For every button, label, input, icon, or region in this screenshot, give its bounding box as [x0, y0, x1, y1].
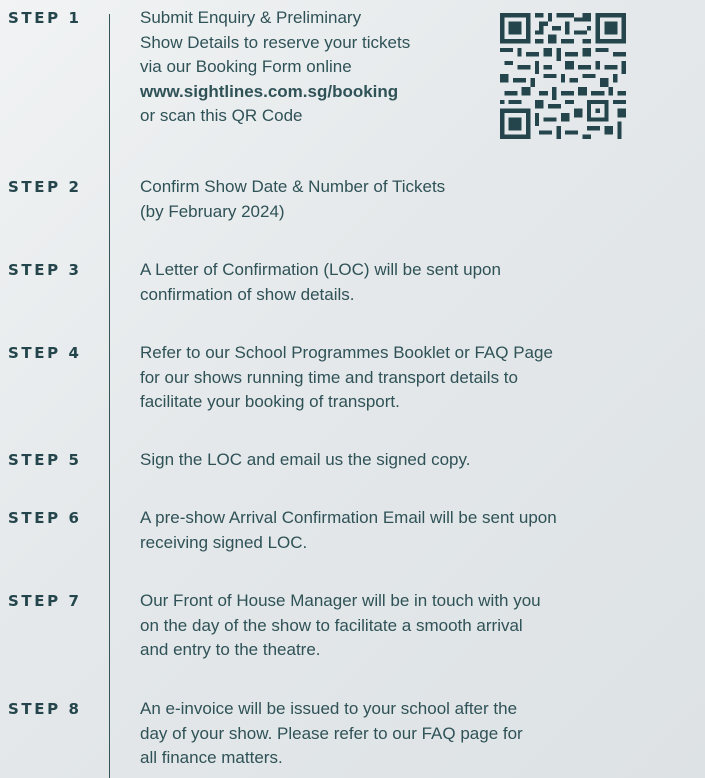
step-text-line: (by February 2024) — [140, 201, 285, 221]
step-text: Confirm Show Date & Number of Tickets (b… — [140, 175, 445, 224]
step-text-line: Confirm Show Date & Number of Tickets — [140, 177, 446, 196]
step-text-line: day of your show. Please refer to our FA… — [140, 723, 523, 743]
step-text-line: on the day of the show to facilitate a s… — [140, 615, 523, 635]
step-text-line: receiving signed LOC. — [140, 532, 308, 552]
step-text: Sign the LOC and email us the signed cop… — [140, 448, 470, 473]
step-label: STEP 2 — [8, 178, 82, 196]
step-text-line: facilitate your booking of transport. — [140, 392, 400, 411]
step-label: STEP 8 — [8, 700, 82, 718]
step-text-line: and entry to the theatre. — [140, 640, 321, 659]
step-text: A pre-show Arrival Confirmation Email wi… — [140, 506, 557, 555]
step-text: A Letter of Confirmation (LOC) will be s… — [140, 258, 501, 307]
step-text-line: all finance matters. — [140, 748, 283, 767]
step-text: Submit Enquiry & Preliminary Show Detail… — [140, 6, 410, 129]
booking-link[interactable]: www.sightlines.com.sg/booking — [140, 80, 410, 105]
step-label: STEP 7 — [8, 592, 82, 610]
step-label: STEP 6 — [8, 509, 82, 527]
step-text-line: Submit Enquiry & Preliminary — [140, 8, 362, 27]
step-text: Refer to our School Programmes Booklet o… — [140, 341, 553, 415]
step-text-line: Our Front of House Manager will be in to… — [140, 591, 541, 610]
step-text-line: confirmation of show details. — [140, 284, 355, 304]
step-label: STEP 4 — [8, 344, 82, 362]
step-label: STEP 3 — [8, 261, 82, 279]
step-label: STEP 1 — [8, 9, 82, 27]
step-text: An e-invoice will be issued to your scho… — [140, 697, 523, 771]
step-text: Our Front of House Manager will be in to… — [140, 589, 541, 663]
step-text-line: via our Booking Form online — [140, 57, 352, 76]
step-text-line: A Letter of Confirmation (LOC) will be s… — [140, 260, 501, 279]
qr-code-icon[interactable] — [500, 13, 626, 139]
step-label: STEP 5 — [8, 451, 82, 469]
step-text-line: or scan this QR Code — [140, 106, 303, 125]
timeline-divider — [109, 14, 110, 778]
step-text-line: An e-invoice will be issued to your scho… — [140, 699, 518, 718]
step-text-line: Sign the LOC and email us the signed cop… — [140, 450, 471, 469]
step-text-line: A pre-show Arrival Confirmation Email wi… — [140, 508, 557, 527]
step-text-line: Show Details to reserve your tickets — [140, 32, 411, 52]
step-text-line: for our shows running time and transport… — [140, 367, 518, 387]
step-text-line: Refer to our School Programmes Booklet o… — [140, 343, 553, 362]
